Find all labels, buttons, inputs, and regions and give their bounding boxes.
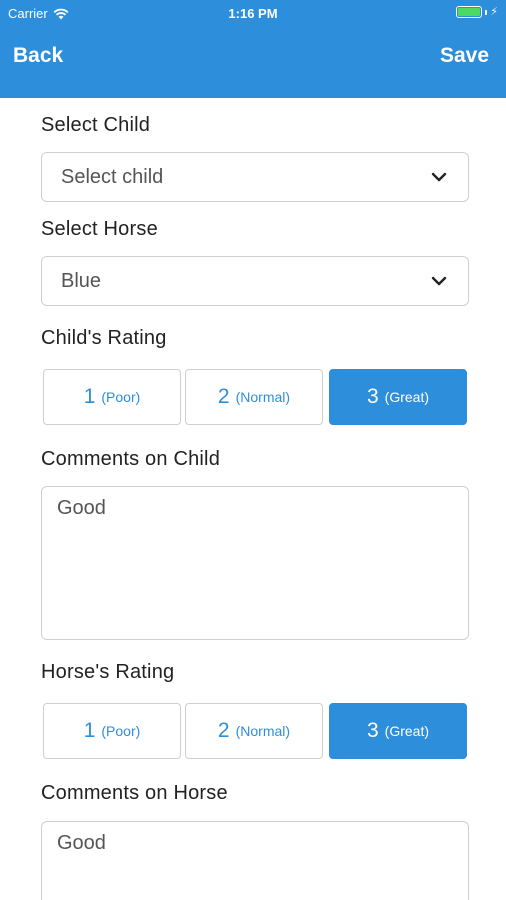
battery-icon	[456, 6, 483, 18]
child-rating-option-3[interactable]: 3 (Great)	[329, 369, 467, 425]
save-button[interactable]: Save	[440, 44, 489, 68]
rating-description: (Normal)	[235, 389, 291, 405]
horse-rating-segmented: 1 (Poor) 2 (Normal) 3 (Great)	[43, 703, 467, 759]
back-button[interactable]: Back	[13, 44, 63, 68]
battery-indicator: ⚡	[456, 6, 498, 18]
charging-icon: ⚡	[490, 6, 498, 18]
rating-description: (Normal)	[235, 723, 291, 739]
select-child-label: Select Child	[41, 114, 151, 136]
child-comments-textarea[interactable]: Good	[41, 486, 469, 640]
select-horse-label: Select Horse	[41, 218, 158, 240]
rating-number: 3	[366, 719, 379, 742]
horse-rating-option-3[interactable]: 3 (Great)	[329, 703, 467, 759]
select-child-dropdown[interactable]: Select child	[41, 152, 469, 202]
rating-number: 2	[217, 385, 230, 408]
chevron-down-icon	[431, 276, 447, 286]
rating-number: 1	[83, 385, 96, 408]
chevron-down-icon	[431, 172, 447, 182]
nav-header: Carrier 1:16 PM ⚡ Back Save	[0, 0, 506, 98]
child-comments-value: Good	[57, 497, 106, 519]
horse-comments-label: Comments on Horse	[41, 782, 228, 804]
child-rating-option-1[interactable]: 1 (Poor)	[43, 369, 181, 425]
horse-rating-option-2[interactable]: 2 (Normal)	[185, 703, 323, 759]
horse-rating-label: Horse's Rating	[41, 661, 175, 683]
child-comments-label: Comments on Child	[41, 448, 221, 470]
rating-number: 1	[83, 719, 96, 742]
select-horse-value: Blue	[61, 270, 102, 292]
child-rating-segmented: 1 (Poor) 2 (Normal) 3 (Great)	[43, 369, 467, 425]
rating-description: (Poor)	[101, 723, 141, 739]
child-rating-option-2[interactable]: 2 (Normal)	[185, 369, 323, 425]
child-rating-label: Child's Rating	[41, 327, 167, 349]
status-time: 1:16 PM	[228, 6, 278, 21]
rating-number: 3	[366, 385, 379, 408]
horse-rating-option-1[interactable]: 1 (Poor)	[43, 703, 181, 759]
rating-description: (Poor)	[101, 389, 141, 405]
rating-number: 2	[217, 719, 230, 742]
status-bar: Carrier 1:16 PM ⚡	[0, 0, 506, 28]
rating-description: (Great)	[384, 723, 430, 739]
horse-comments-value: Good	[57, 832, 106, 854]
rating-description: (Great)	[384, 389, 430, 405]
select-child-value: Select child	[61, 166, 164, 188]
horse-comments-textarea[interactable]: Good	[41, 821, 469, 900]
select-horse-dropdown[interactable]: Blue	[41, 256, 469, 306]
